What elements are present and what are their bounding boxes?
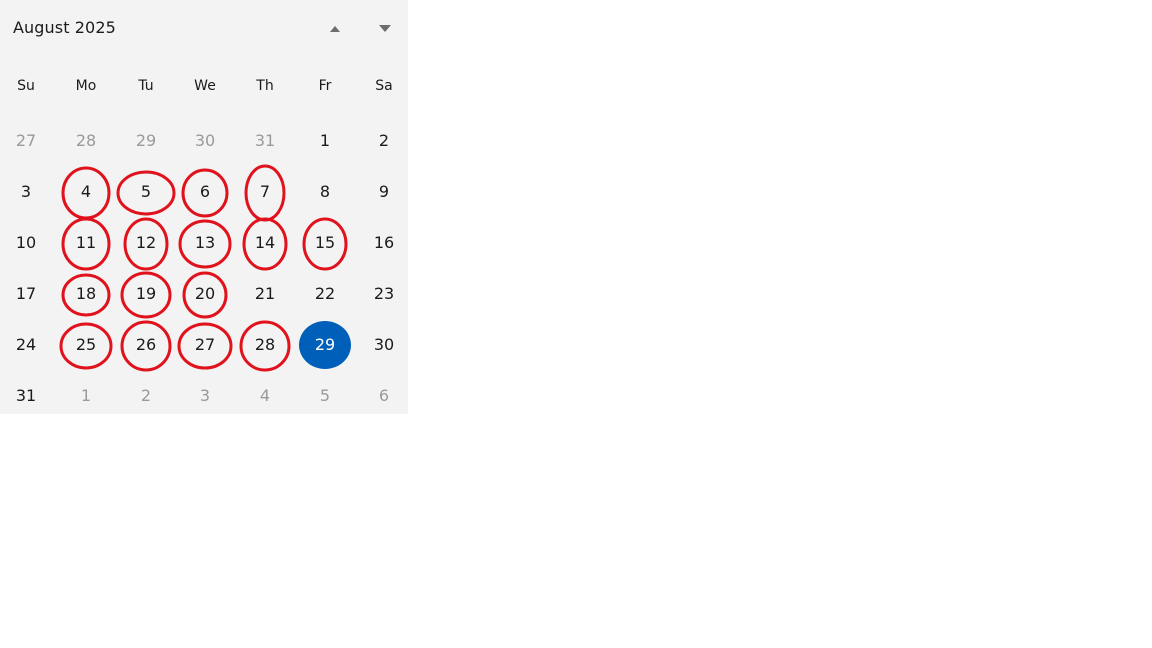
day-cell[interactable]: 21 bbox=[241, 270, 289, 318]
day-cell[interactable]: 18 bbox=[62, 270, 110, 318]
calendar-header: August 2025 bbox=[0, 0, 408, 58]
day-cell[interactable]: 27 bbox=[181, 321, 229, 369]
day-cell[interactable]: 15 bbox=[301, 219, 349, 267]
day-cell-other-month[interactable]: 27 bbox=[2, 117, 50, 165]
previous-month-button[interactable] bbox=[323, 16, 347, 40]
day-cell[interactable]: 9 bbox=[360, 168, 408, 216]
day-cell[interactable]: 25 bbox=[62, 321, 110, 369]
weekday-label: Tu bbox=[138, 78, 154, 94]
day-cell[interactable]: 17 bbox=[2, 270, 50, 318]
day-cell[interactable]: 28 bbox=[241, 321, 289, 369]
day-cell[interactable]: 23 bbox=[360, 270, 408, 318]
day-cell[interactable]: 3 bbox=[2, 168, 50, 216]
weekday-label: Su bbox=[17, 78, 35, 94]
day-cell[interactable]: 30 bbox=[360, 321, 408, 369]
weekday-label: We bbox=[194, 78, 216, 94]
triangle-up-icon bbox=[330, 26, 340, 32]
weekday-label: Fr bbox=[318, 78, 332, 94]
day-cell[interactable]: 31 bbox=[2, 372, 50, 420]
day-cell[interactable]: 22 bbox=[301, 270, 349, 318]
day-cell[interactable]: 4 bbox=[62, 168, 110, 216]
day-cell[interactable]: 14 bbox=[241, 219, 289, 267]
day-cell-other-month[interactable]: 31 bbox=[241, 117, 289, 165]
day-cell-other-month[interactable]: 30 bbox=[181, 117, 229, 165]
day-cell-other-month[interactable]: 3 bbox=[181, 372, 229, 420]
day-cell[interactable]: 12 bbox=[122, 219, 170, 267]
day-cell[interactable]: 20 bbox=[181, 270, 229, 318]
day-cell[interactable]: 26 bbox=[122, 321, 170, 369]
month-title[interactable]: August 2025 bbox=[13, 18, 116, 37]
day-cell-other-month[interactable]: 2 bbox=[122, 372, 170, 420]
day-cell[interactable]: 1 bbox=[301, 117, 349, 165]
day-cell[interactable]: 5 bbox=[122, 168, 170, 216]
day-cell[interactable]: 7 bbox=[241, 168, 289, 216]
day-cell[interactable]: 19 bbox=[122, 270, 170, 318]
day-cell[interactable]: 10 bbox=[2, 219, 50, 267]
day-cell[interactable]: 8 bbox=[301, 168, 349, 216]
day-cell[interactable]: 13 bbox=[181, 219, 229, 267]
day-cell-other-month[interactable]: 6 bbox=[360, 372, 408, 420]
day-cell-selected[interactable]: 29 bbox=[299, 321, 351, 369]
day-cell-other-month[interactable]: 4 bbox=[241, 372, 289, 420]
weekday-label: Th bbox=[256, 78, 274, 94]
day-cell-other-month[interactable]: 1 bbox=[62, 372, 110, 420]
weekday-label: Sa bbox=[375, 78, 393, 94]
weekday-label: Mo bbox=[75, 78, 97, 94]
day-cell-other-month[interactable]: 5 bbox=[301, 372, 349, 420]
day-cell[interactable]: 2 bbox=[360, 117, 408, 165]
day-cell-other-month[interactable]: 29 bbox=[122, 117, 170, 165]
day-cell[interactable]: 24 bbox=[2, 321, 50, 369]
next-month-button[interactable] bbox=[373, 16, 397, 40]
calendar-flyout: August 2025 Su Mo Tu We Th Fr Sa 27 28 29 30 31 1 2 3… bbox=[0, 0, 408, 414]
triangle-down-icon bbox=[379, 25, 391, 32]
day-cell-other-month[interactable]: 28 bbox=[62, 117, 110, 165]
day-cell[interactable]: 11 bbox=[62, 219, 110, 267]
day-cell[interactable]: 6 bbox=[181, 168, 229, 216]
day-cell[interactable]: 16 bbox=[360, 219, 408, 267]
